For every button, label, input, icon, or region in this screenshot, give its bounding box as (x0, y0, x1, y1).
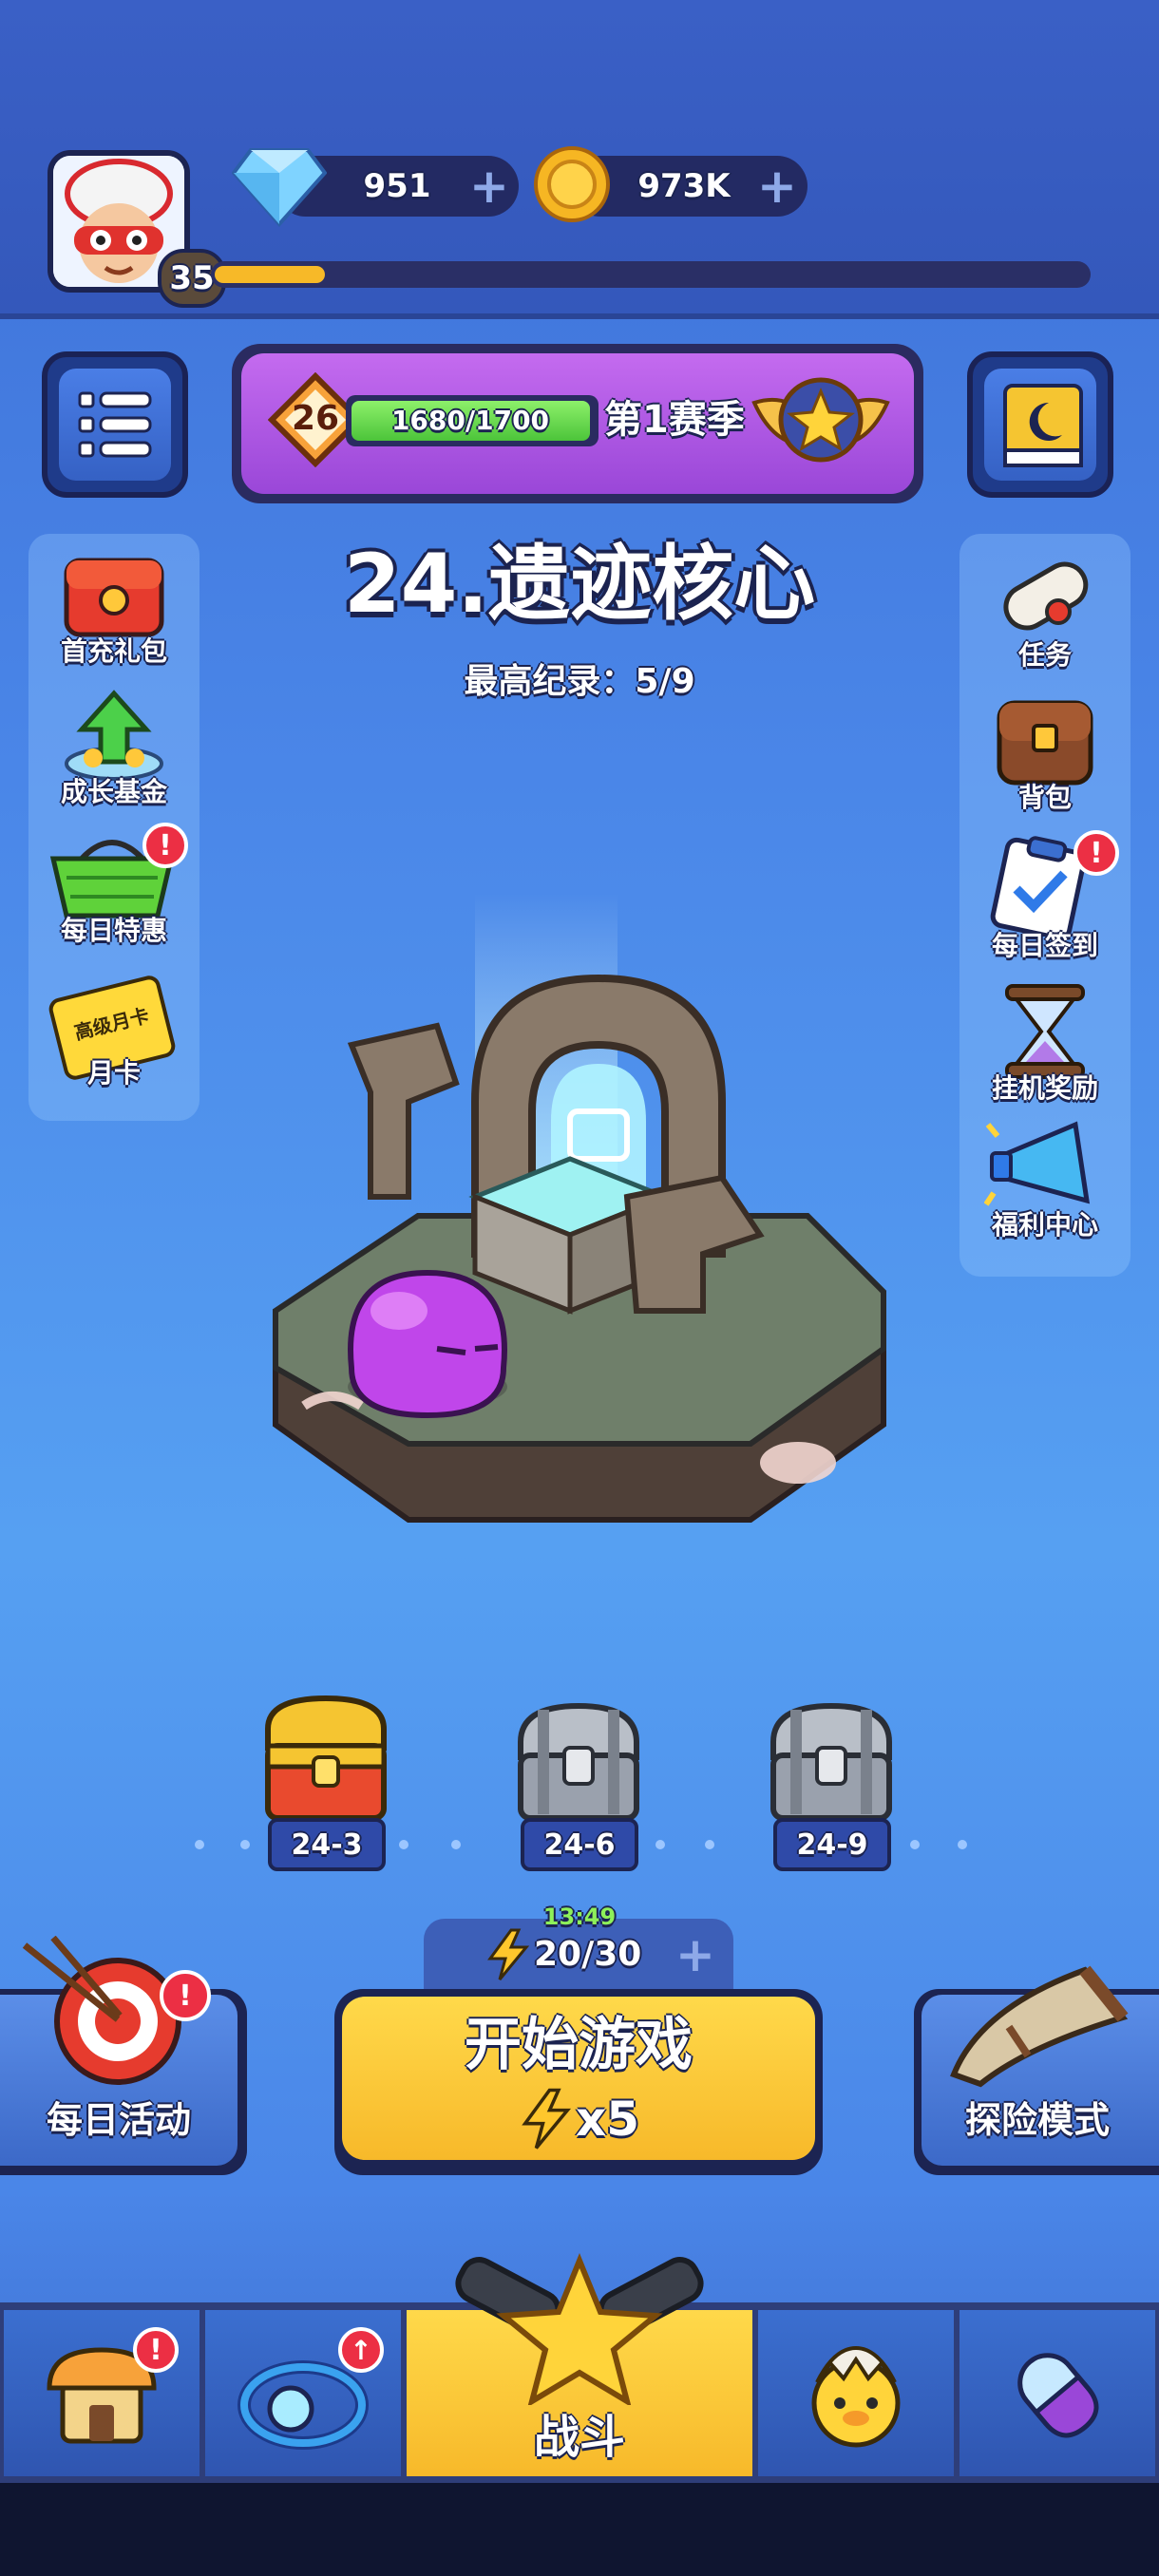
ruins-core-stage-illustration (273, 893, 886, 1523)
growth-fund-label: 成长基金 (60, 776, 167, 807)
gold-chest-open-icon (265, 1695, 387, 1821)
chest-label-2: 24-6 (521, 1818, 638, 1871)
scroll-icon (1003, 561, 1089, 631)
welfare-center-label: 福利中心 (991, 1209, 1098, 1241)
red-gift-icon (64, 558, 164, 637)
path-dot (705, 1840, 714, 1849)
xp-bar (211, 261, 1091, 288)
path-dot (451, 1840, 461, 1849)
codex-button[interactable] (967, 351, 1113, 498)
chest-label-3: 24-9 (773, 1818, 891, 1871)
path-dot (399, 1840, 408, 1849)
book-icon (1003, 384, 1083, 467)
start-game-label: 开始游戏 (465, 2012, 693, 2078)
horn-icon (950, 1965, 1129, 2088)
adventure-mode-button[interactable]: 探险模式 (914, 1965, 1159, 2175)
first-recharge-gift-button[interactable]: 首充礼包 (38, 551, 190, 674)
silver-chest-locked-icon (518, 1702, 639, 1821)
silver-chest-locked-icon (770, 1702, 892, 1821)
season-winged-star-icon (751, 377, 890, 463)
daily-checkin-alert-badge: ! (1074, 830, 1119, 876)
season-progress-text: 1680/1700 (390, 405, 550, 436)
xp-bar-fill (215, 266, 325, 283)
season-label: 第1赛季 (604, 398, 745, 442)
path-dot (195, 1840, 204, 1849)
tasks-label: 任务 (1017, 639, 1072, 671)
growth-fund-button[interactable]: 成长基金 (38, 688, 190, 811)
shop-alert-badge: ! (133, 2327, 179, 2373)
first-recharge-label: 首充礼包 (60, 635, 167, 667)
list-menu-icon (78, 391, 152, 458)
nav-tab-pets[interactable] (758, 2310, 954, 2476)
nav-battle-label: 战斗 (533, 2411, 625, 2464)
idle-reward-button[interactable]: 挂机奖励 (969, 978, 1121, 1108)
daily-activity-button[interactable]: ! 每日活动 (0, 1936, 247, 2175)
daily-deal-alert-badge: ! (142, 823, 188, 868)
path-dot (240, 1840, 250, 1849)
nav-tab-equipment[interactable]: ↑ (205, 2310, 401, 2476)
daily-deal-button[interactable]: ! 每日特惠 (38, 823, 190, 952)
path-dot (656, 1840, 665, 1849)
backpack-icon (997, 700, 1093, 786)
backpack-label: 背包 (1017, 782, 1072, 813)
battle-star-cannons-icon (455, 2253, 704, 2405)
add-coins-button[interactable]: + (756, 162, 798, 210)
adventure-mode-label: 探险模式 (964, 2099, 1110, 2141)
tasks-button[interactable]: 任务 (969, 553, 1121, 676)
daily-activity-label: 每日活动 (46, 2099, 191, 2141)
megaphone-icon (984, 1121, 1091, 1206)
hourglass-icon (1005, 984, 1085, 1079)
monthly-card-button[interactable]: 高级月卡 月卡 (38, 973, 190, 1106)
daily-checkin-button[interactable]: ! 每日签到 (969, 826, 1121, 965)
nav-tab-items[interactable] (960, 2310, 1155, 2476)
monthly-card-label: 月卡 (86, 1057, 141, 1089)
stage-best-record: 最高纪录：5/9 (464, 662, 695, 701)
growth-arrow-icon (65, 690, 163, 781)
menu-button[interactable] (42, 351, 188, 498)
chest-reward-2[interactable]: 24-6 (507, 1700, 650, 1877)
system-bottom-bar (0, 2483, 1159, 2576)
welfare-center-button[interactable]: 福利中心 (969, 1117, 1121, 1256)
nav-tab-shop[interactable]: ! (4, 2310, 200, 2476)
daily-checkin-label: 每日签到 (991, 930, 1098, 961)
backpack-button[interactable]: 背包 (969, 693, 1121, 817)
energy-value: 20/30 (534, 1935, 642, 1974)
start-game-button[interactable]: 开始游戏 x5 (334, 1989, 823, 2175)
path-dot (958, 1840, 967, 1849)
start-energy-cost: x5 (576, 2092, 640, 2147)
daily-activity-alert-badge: ! (160, 1970, 211, 2021)
add-energy-button[interactable]: + (674, 1931, 716, 1979)
chest-reward-1[interactable]: 24-3 (255, 1691, 397, 1877)
chest-label-1: 24-3 (268, 1818, 386, 1871)
chest-reward-3[interactable]: 24-9 (760, 1700, 902, 1877)
lightning-icon (487, 1928, 530, 1980)
gems-count: 951 (363, 167, 431, 205)
lightning-icon (522, 2088, 572, 2150)
idle-reward-label: 挂机奖励 (991, 1072, 1098, 1104)
path-dot (910, 1840, 920, 1849)
stage-title: 24.遗迹核心 (343, 537, 816, 632)
diamond-icon (232, 148, 327, 228)
hatching-chick-icon (811, 2345, 901, 2448)
equipment-upgrade-badge: ↑ (338, 2327, 384, 2373)
coin-icon (534, 146, 610, 222)
add-gems-button[interactable]: + (468, 162, 510, 210)
coins-count: 973K (637, 167, 731, 205)
daily-deal-label: 每日特惠 (60, 915, 167, 946)
capsule-pill-icon (1017, 2353, 1099, 2438)
